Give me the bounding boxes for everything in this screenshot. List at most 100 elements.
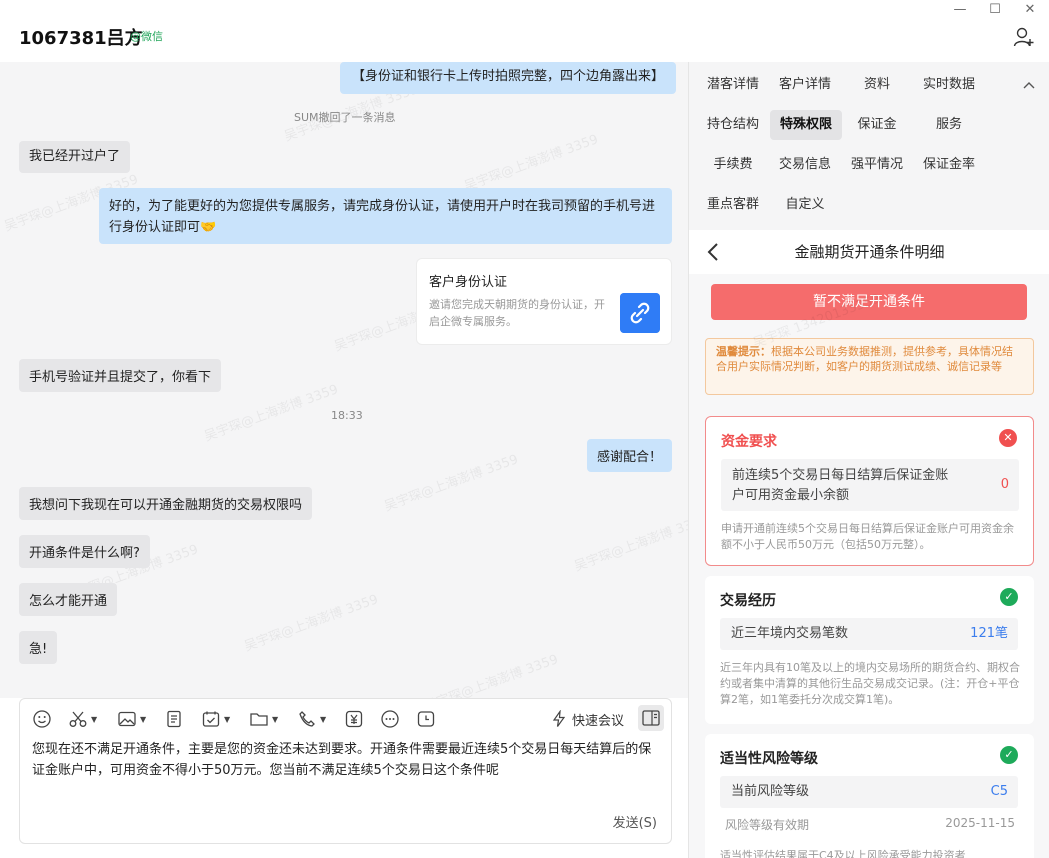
close-icon: ✕ — [999, 429, 1017, 447]
tab-custom[interactable]: 自定义 — [771, 190, 839, 220]
collapse-chevron-icon[interactable] — [1023, 81, 1035, 89]
validity-row: 风险等级有效期 2025-11-15 — [725, 816, 1015, 833]
clock-icon[interactable] — [416, 709, 436, 729]
message-bubble-outgoing: 好的，为了能更好的为您提供专属服务，请完成身份认证，请使用开户时在我司预留的手机… — [99, 188, 672, 244]
message-bubble-incoming: 我想问下我现在可以开通金融期货的交易权限吗 — [19, 487, 313, 520]
phone-icon — [299, 711, 315, 727]
tab-realtime-data[interactable]: 实时数据 — [915, 70, 983, 100]
tab-margin-rate[interactable]: 保证金率 — [915, 150, 983, 180]
section-note: 近三年内具有10笔及以上的境内交易场所的期货合约、期权合约或者集中清算的其他衍生… — [720, 661, 1020, 706]
tab-customer-details[interactable]: 客户详情 — [771, 70, 839, 100]
requirement-row: 近三年境内交易笔数 121笔 — [720, 618, 1018, 650]
watermark: 吴宇琛@上海澎博 3359 — [242, 592, 381, 655]
check-icon: ✓ — [1000, 746, 1018, 764]
tip-box: 温馨提示：根据本公司业务数据推测，提供参考，具体情况结合用户实际情况判断，如客户… — [705, 338, 1034, 395]
tab-fees[interactable]: 手续费 — [699, 150, 767, 180]
section-title: 适当性风险等级 — [720, 751, 818, 767]
row-value: C5 — [990, 784, 1008, 799]
chevron-down-icon: ▼ — [224, 714, 231, 724]
tab-trading-info[interactable]: 交易信息 — [771, 150, 839, 180]
message-bubble-incoming: 我已经开过户了 — [19, 141, 131, 173]
card-title: 客户身份认证 — [429, 275, 508, 290]
section-trading-experience: 交易经历 ✓ 近三年境内交易笔数 121笔 近三年内具有10笔及以上的境内交易场… — [705, 576, 1034, 724]
identity-verification-card[interactable]: 客户身份认证 邀请您完成天朝期货的身份认证，开启企微专属服务。 — [416, 258, 672, 345]
detail-header: 金融期货开通条件明细 — [689, 230, 1049, 274]
image-tool[interactable]: ▼ — [117, 709, 146, 729]
message-bubble-incoming: 开通条件是什么啊? — [19, 535, 150, 568]
quick-meeting-label: 快速会议 — [572, 713, 625, 729]
watermark: 吴宇琛@上海澎博 3359 — [382, 452, 521, 515]
image-icon — [118, 711, 136, 727]
detail-title: 金融期货开通条件明细 — [794, 243, 945, 261]
scissors-icon — [69, 711, 87, 727]
send-button[interactable]: 发送(S) — [613, 812, 657, 831]
call-tool[interactable]: ▼ — [297, 709, 326, 729]
timestamp: 18:33 — [331, 409, 363, 422]
watermark: 吴宇琛@上海澎博 3359 — [462, 132, 601, 195]
section-title: 资金要求 — [721, 434, 777, 450]
validity-label: 风险等级有效期 — [725, 818, 810, 832]
calendar-check-icon — [202, 711, 220, 727]
side-panel-toggle-icon[interactable] — [638, 705, 664, 731]
add-member-icon[interactable] — [1013, 26, 1035, 48]
watermark: 吴宇琛@上海澎博 3359 — [572, 512, 688, 575]
info-tabs: 潜客详情 客户详情 资料 实时数据 持仓结构 特殊权限 保证金 服务 手续费 交… — [689, 62, 1049, 230]
tab-liquidation[interactable]: 强平情况 — [843, 150, 911, 180]
requirement-row: 前连续5个交易日每日结算后保证金账户可用资金最小余额 0 — [721, 459, 1019, 511]
tab-service[interactable]: 服务 — [915, 110, 983, 140]
card-description: 邀请您完成天朝期货的身份认证，开启企微专属服务。 — [429, 298, 605, 328]
row-label: 前连续5个交易日每日结算后保证金账户可用资金最小余额 — [732, 468, 949, 503]
document-icon[interactable] — [164, 709, 184, 729]
payment-icon[interactable] — [344, 709, 364, 729]
check-icon: ✓ — [1000, 588, 1018, 606]
tip-label: 温馨提示： — [716, 345, 771, 358]
message-bubble-outgoing: 【身份证和银行卡上传时拍照完整，四个边角露出来】 — [340, 62, 677, 94]
file-tool[interactable]: ▼ — [249, 709, 278, 729]
tab-margin[interactable]: 保证金 — [843, 110, 911, 140]
chevron-down-icon: ▼ — [140, 714, 147, 724]
section-title: 交易经历 — [720, 593, 776, 609]
chevron-down-icon: ▼ — [272, 714, 279, 724]
row-value: 0 — [1000, 477, 1009, 492]
title-bar: 1067381吕方 @微信 — ☐ ✕ — [0, 0, 1049, 62]
customer-info-panel: 潜客详情 客户详情 资料 实时数据 持仓结构 特殊权限 保证金 服务 手续费 交… — [688, 62, 1049, 858]
watermark: 吴宇琛@上海澎博 3359 — [422, 652, 561, 698]
link-icon — [620, 293, 660, 333]
section-note: 适当性评估结果属于C4及以上风险承受能力投资者 — [720, 849, 966, 858]
message-bubble-incoming: 急! — [19, 631, 58, 664]
contact-source-tag: @微信 — [130, 30, 163, 43]
schedule-tool[interactable]: ▼ — [201, 709, 230, 729]
maximize-button[interactable]: ☐ — [985, 2, 1005, 18]
section-risk-level: 适当性风险等级 ✓ 当前风险等级 C5 风险等级有效期 2025-11-15 适… — [705, 734, 1034, 858]
contact-name: 1067381吕方 — [19, 28, 143, 49]
validity-date: 2025-11-15 — [945, 816, 1015, 830]
tab-special-permissions[interactable]: 特殊权限 — [770, 110, 842, 140]
more-icon[interactable] — [380, 709, 400, 729]
system-notice: SUM撤回了一条消息 — [294, 111, 396, 124]
section-funds-requirement: 资金要求 ✕ 前连续5个交易日每日结算后保证金账户可用资金最小余额 0 申请开通… — [705, 416, 1034, 566]
folder-icon — [250, 713, 268, 726]
message-input[interactable]: 您现在还不满足开通条件，主要是您的资金还未达到要求。开通条件需要最近连续5个交易… — [32, 739, 662, 781]
chevron-down-icon: ▼ — [91, 714, 98, 724]
futures-conditions-detail: 金融期货开通条件明细 暂不满足开通条件 温馨提示：根据本公司业务数据推测，提供参… — [689, 230, 1049, 858]
section-note: 申请开通前连续5个交易日每日结算后保证金账户可用资金余额不小于人民币50万元（包… — [721, 522, 1014, 551]
lightning-icon — [552, 710, 566, 727]
status-button[interactable]: 暂不满足开通条件 — [711, 284, 1027, 320]
tab-prospect-details[interactable]: 潜客详情 — [699, 70, 767, 100]
message-bubble-outgoing: 感谢配合！ — [587, 439, 673, 472]
close-button[interactable]: ✕ — [1020, 2, 1040, 18]
minimize-button[interactable]: — — [950, 2, 970, 18]
chat-area[interactable]: 吴宇琛@上海澎博 3359 吴宇琛@上海澎博 3359 吴宇琛@上海澎博 335… — [0, 62, 688, 698]
emoji-icon[interactable] — [32, 709, 52, 729]
row-label: 近三年境内交易笔数 — [731, 626, 849, 641]
row-label: 当前风险等级 — [731, 784, 810, 799]
message-bubble-incoming: 手机号验证并且提交了，你看下 — [19, 359, 222, 392]
chevron-down-icon: ▼ — [320, 714, 327, 724]
watermark: 吴宇琛@上海澎博 3359 — [202, 382, 341, 445]
message-composer: ▼ ▼ ▼ ▼ ▼ 快速会议 您现在还不满足开通条件，主要是您的资金还未达到要求… — [19, 698, 672, 844]
tab-key-groups[interactable]: 重点客群 — [699, 190, 767, 220]
quick-meeting-button[interactable]: 快速会议 — [550, 709, 624, 729]
tab-position-structure[interactable]: 持仓结构 — [699, 110, 767, 140]
tab-materials[interactable]: 资料 — [843, 70, 911, 100]
screenshot-tool[interactable]: ▼ — [68, 709, 97, 729]
